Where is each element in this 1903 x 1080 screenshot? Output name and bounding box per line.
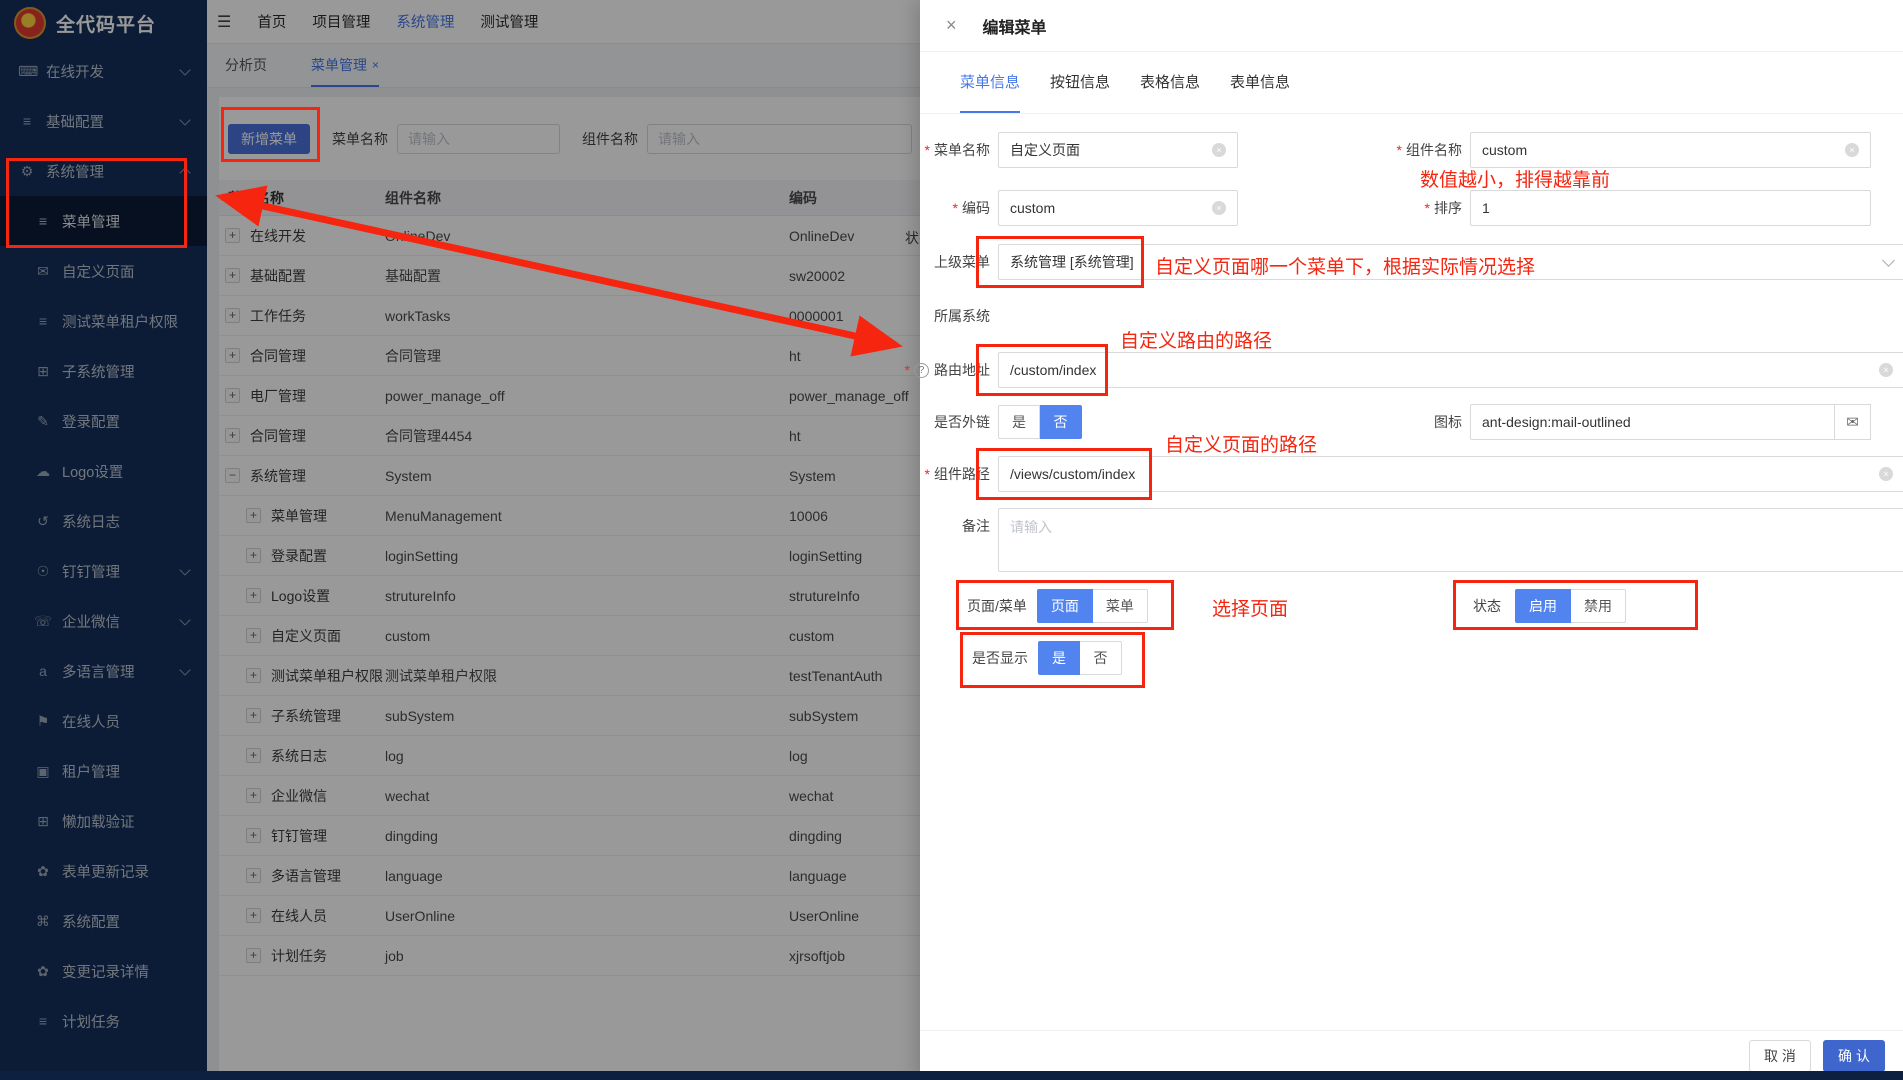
- form-row-route: *?路由地址 /custom/index ×: [920, 352, 1887, 388]
- app-screen: 全代码平台 ⌨ 在线开发 ≡ 基础配置 ⚙ 系统管理 ≡ 菜单管理 ✉ 自定义页…: [0, 0, 1903, 1080]
- page-menu-toggle: 页面 菜单: [1037, 589, 1148, 623]
- menu-button[interactable]: 菜单: [1093, 589, 1148, 623]
- drawer-title: 编辑菜单: [983, 14, 1047, 38]
- form-row-page-menu: 页面/菜单 页面 菜单 状态 启用 禁用: [920, 588, 1887, 624]
- form-row-visible: 是否显示 是 否: [920, 640, 1887, 676]
- external-link-label: 是否外链: [934, 412, 990, 432]
- visible-label: 是否显示: [972, 648, 1028, 668]
- comp-name-label: 组件名称: [1406, 140, 1462, 160]
- bottom-bar: [0, 1071, 1903, 1080]
- comp-path-value: /views/custom/index: [1010, 466, 1871, 482]
- annotation-sort-note: 数值越小，排得越靠前: [1420, 165, 1610, 192]
- confirm-button[interactable]: 确 认: [1823, 1040, 1885, 1072]
- visible-toggle: 是 否: [1038, 641, 1122, 675]
- status-toggle: 启用 禁用: [1515, 589, 1626, 623]
- mail-icon: ✉: [1846, 413, 1859, 431]
- parent-menu-select[interactable]: 系统管理 [系统管理]: [998, 244, 1903, 280]
- required-mark: *: [925, 466, 930, 482]
- comp-name-value: custom: [1482, 142, 1837, 158]
- code-value: custom: [1010, 200, 1204, 216]
- remark-placeholder: 请输入: [1010, 519, 1052, 535]
- clear-icon[interactable]: ×: [1845, 143, 1859, 157]
- drawer-tabs: 菜单信息 按钮信息 表格信息 表单信息: [920, 52, 1903, 114]
- route-value: /custom/index: [1010, 362, 1871, 378]
- chevron-down-icon: [1882, 254, 1895, 267]
- help-icon: ?: [914, 363, 929, 378]
- sort-value: 1: [1482, 200, 1859, 216]
- cancel-button[interactable]: 取 消: [1749, 1040, 1811, 1072]
- code-input[interactable]: custom ×: [998, 190, 1238, 226]
- parent-menu-value: 系统管理 [系统管理]: [1010, 252, 1884, 272]
- icon-value: ant-design:mail-outlined: [1482, 414, 1823, 430]
- form-row-external: 是否外链 是 否 图标 ant-design:mail-outlined ✉: [920, 404, 1887, 440]
- menu-name-label: 菜单名称: [934, 140, 990, 160]
- status-label: 状态: [1473, 596, 1501, 616]
- drawer-header: × 编辑菜单: [920, 0, 1903, 52]
- parent-menu-label: 上级菜单: [934, 252, 990, 272]
- menu-name-input[interactable]: 自定义页面 ×: [998, 132, 1238, 168]
- mail-icon-picker-button[interactable]: ✉: [1835, 404, 1871, 440]
- sort-label: 排序: [1434, 198, 1462, 218]
- remark-textarea[interactable]: 请输入: [998, 508, 1903, 572]
- status-field: 状态 启用 禁用: [1473, 589, 1626, 623]
- external-yes-button[interactable]: 是: [998, 405, 1040, 439]
- icon-field-label: 图标: [1434, 412, 1462, 432]
- clear-icon[interactable]: ×: [1879, 363, 1893, 377]
- comp-path-label: 组件路径: [934, 464, 990, 484]
- form-row-remark: 备注 请输入: [920, 508, 1887, 572]
- edit-menu-drawer: × 编辑菜单 菜单信息 按钮信息 表格信息 表单信息 *菜单名称 自定义页面 ×…: [920, 0, 1903, 1080]
- enable-button[interactable]: 启用: [1515, 589, 1571, 623]
- required-mark: *: [1425, 200, 1430, 216]
- required-mark: *: [953, 200, 958, 216]
- sort-input[interactable]: 1: [1470, 190, 1871, 226]
- icon-input[interactable]: ant-design:mail-outlined: [1470, 404, 1835, 440]
- route-input[interactable]: /custom/index ×: [998, 352, 1903, 388]
- remark-label: 备注: [962, 516, 990, 536]
- visible-no-button[interactable]: 否: [1080, 641, 1122, 675]
- disable-button[interactable]: 禁用: [1571, 589, 1626, 623]
- required-mark: *: [925, 142, 930, 158]
- form-row-comp-path: *组件路径 /views/custom/index ×: [920, 456, 1887, 492]
- page-button[interactable]: 页面: [1037, 589, 1093, 623]
- required-mark: *: [1397, 142, 1402, 158]
- route-label: 路由地址: [934, 360, 990, 380]
- close-drawer-icon[interactable]: ×: [946, 15, 957, 36]
- form-row-code: *编码 custom × *排序 1: [920, 190, 1887, 226]
- form-row-system: 所属系统: [920, 298, 1887, 334]
- clear-icon[interactable]: ×: [1212, 201, 1226, 215]
- tab-menu-info[interactable]: 菜单信息: [960, 52, 1020, 113]
- tab-form-info[interactable]: 表单信息: [1230, 52, 1290, 113]
- tab-table-info[interactable]: 表格信息: [1140, 52, 1200, 113]
- visible-yes-button[interactable]: 是: [1038, 641, 1080, 675]
- code-label: 编码: [962, 198, 990, 218]
- required-mark: *: [905, 362, 910, 378]
- form-row-parent: 上级菜单 系统管理 [系统管理]: [920, 244, 1887, 280]
- clear-icon[interactable]: ×: [1879, 467, 1893, 481]
- page-menu-label: 页面/菜单: [967, 596, 1027, 616]
- external-link-toggle: 是 否: [998, 405, 1082, 439]
- comp-path-input[interactable]: /views/custom/index ×: [998, 456, 1903, 492]
- external-no-button[interactable]: 否: [1040, 405, 1082, 439]
- comp-name-input[interactable]: custom ×: [1470, 132, 1871, 168]
- system-label: 所属系统: [934, 306, 990, 326]
- form-row-name: *菜单名称 自定义页面 × *组件名称 custom ×: [920, 132, 1887, 168]
- tab-button-info[interactable]: 按钮信息: [1050, 52, 1110, 113]
- menu-name-value: 自定义页面: [1010, 140, 1204, 160]
- clear-icon[interactable]: ×: [1212, 143, 1226, 157]
